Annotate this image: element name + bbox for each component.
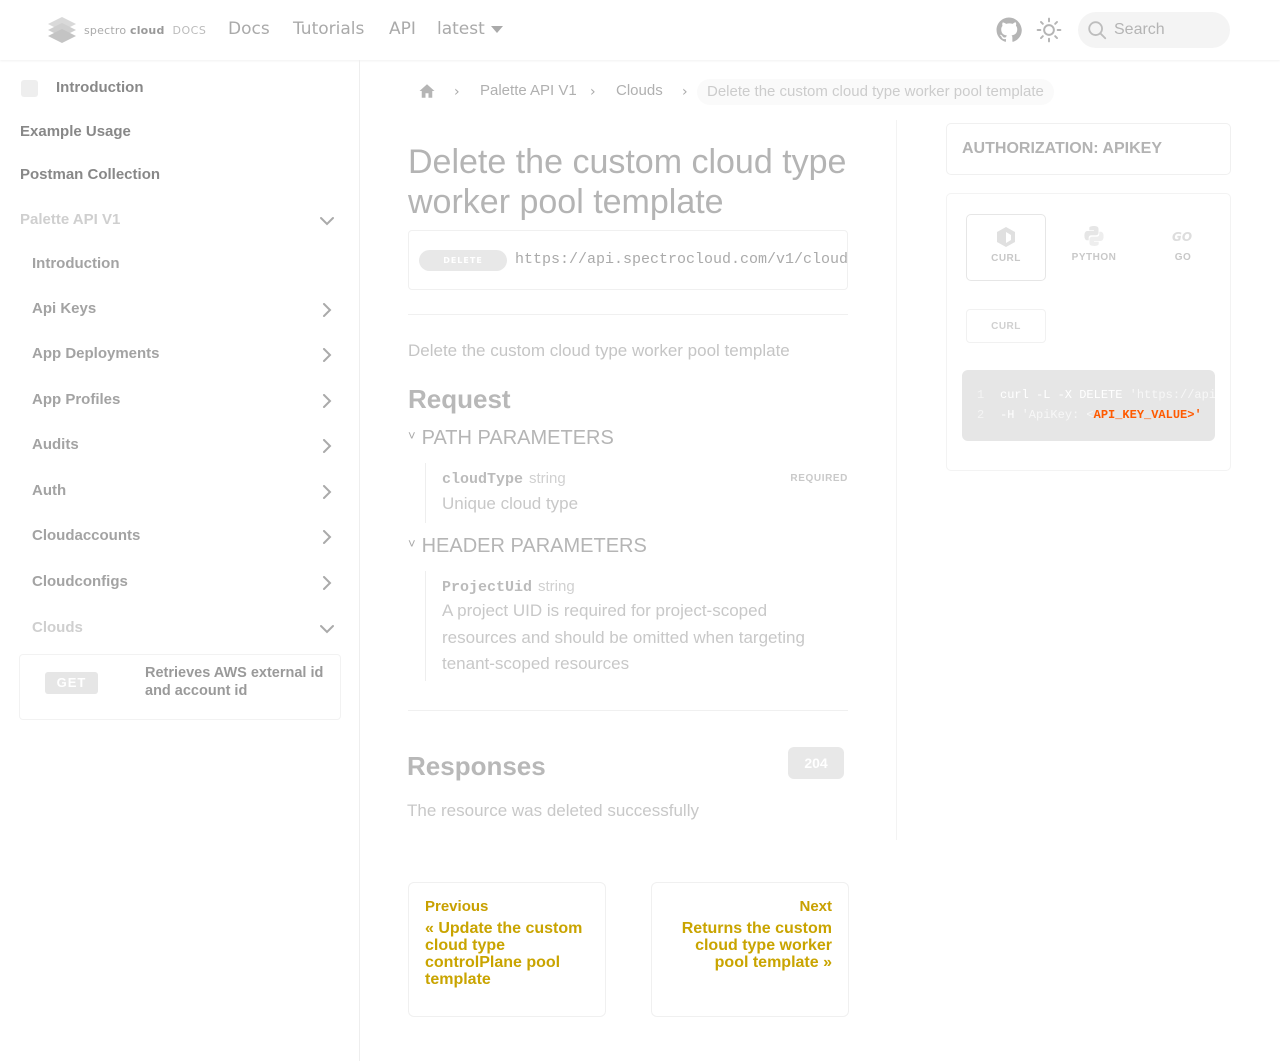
request-heading: Request — [408, 384, 511, 414]
path-parameters-toggle[interactable]: ˅ PATH PARAMETERS — [408, 427, 614, 450]
sidebar-sub-introduction[interactable]: Introduction — [32, 255, 119, 272]
chevron-right-icon[interactable] — [320, 439, 334, 453]
logo-wordmark: spectro cloud — [84, 23, 165, 37]
path-param-cloudtype: cloudType string REQUIRED Unique cloud ty… — [425, 463, 848, 523]
sidebar-group-palette-api-v1[interactable]: Palette API V1 — [20, 211, 120, 228]
header-param-projectuid: ProjectUid string A project UID is requir… — [425, 571, 848, 681]
code-sample-panel: CURL PYTHON GO GO CURL 1 curl -L -X DELET… — [946, 193, 1231, 471]
chevron-down-icon: ˅ — [408, 428, 416, 443]
authorization-title: AUTHORIZATION: APIKEY — [962, 140, 1162, 157]
caret-down-icon — [490, 25, 503, 33]
sidebar-endpoint-item[interactable]: GET Retrieves AWS external id and accoun… — [19, 654, 341, 720]
sidebar-item-introduction[interactable]: Introduction — [56, 79, 143, 96]
version-label: latest — [437, 19, 485, 39]
search-icon — [1088, 21, 1107, 40]
tab-curl[interactable]: CURL — [966, 214, 1046, 281]
sidebar-endpoint-label: Retrieves AWS external id and account id — [145, 665, 324, 699]
nav-tutorials[interactable]: Tutorials — [293, 19, 364, 39]
chevron-right-icon[interactable] — [320, 394, 334, 408]
svg-text:GO: GO — [1172, 230, 1192, 244]
breadcrumb-palette-api-v1[interactable]: Palette API V1 — [480, 82, 577, 99]
sidebar-sub-cloudaccounts[interactable]: Cloudaccounts — [32, 527, 140, 544]
sidebar-sub-app-profiles[interactable]: App Profiles — [32, 391, 120, 408]
header-parameters-heading: HEADER PARAMETERS — [421, 535, 647, 557]
breadcrumb-clouds[interactable]: Clouds — [616, 82, 663, 99]
header-parameters-toggle[interactable]: ˅ HEADER PARAMETERS — [408, 535, 647, 558]
breadcrumb-separator: › — [454, 84, 460, 100]
endpoint-url[interactable]: https://api.spectrocloud.com/v1/clouds/c… — [515, 251, 847, 268]
theme-toggle-sun-icon[interactable] — [1036, 17, 1062, 43]
responses-heading: Responses — [407, 751, 546, 781]
breadcrumb-separator: › — [682, 84, 688, 100]
spectro-cloud-logo-icon — [48, 17, 76, 43]
method-badge-delete: DELETE — [419, 250, 507, 271]
chevron-down-icon[interactable] — [319, 213, 335, 229]
path-parameters-heading: PATH PARAMETERS — [421, 427, 614, 449]
sidebar-sub-audits[interactable]: Audits — [32, 436, 79, 453]
sidebar: Introduction Example Usage Postman Colle… — [0, 60, 360, 1061]
method-badge-get: GET — [45, 672, 98, 694]
sidebar-item-postman-collection[interactable]: Postman Collection — [20, 166, 160, 183]
sidebar-sub-app-deployments[interactable]: App Deployments — [32, 345, 160, 362]
site-logo[interactable]: spectro cloud DOCS — [46, 14, 206, 46]
pager-next-label: Next — [799, 898, 832, 915]
pager-next-title: Returns the custom cloud type worker poo… — [681, 920, 832, 971]
chevron-right-icon[interactable] — [320, 348, 334, 362]
param-required-badge: REQUIRED — [790, 473, 848, 484]
breadcrumb-separator: › — [590, 84, 596, 100]
param-name: cloudType string — [442, 470, 566, 488]
python-icon — [1084, 226, 1104, 246]
pager-previous-title: « Update the custom cloud type controlPl… — [425, 920, 583, 988]
introduction-icon — [21, 80, 38, 97]
tab-curl-label: CURL — [991, 253, 1021, 264]
pager-previous-label: Previous — [425, 898, 489, 915]
tab-go[interactable]: GO GO — [1143, 214, 1223, 281]
github-icon[interactable] — [996, 17, 1022, 43]
sidebar-sub-auth[interactable]: Auth — [32, 482, 66, 499]
top-navbar: spectro cloud DOCS Docs Tutorials API la… — [0, 0, 1280, 60]
home-icon[interactable] — [418, 82, 436, 100]
search-input[interactable] — [1114, 21, 1224, 39]
endpoint-bar: DELETE https://api.spectrocloud.com/v1/c… — [408, 230, 848, 290]
code-block[interactable]: 1curl -L -X DELETE 'https://api.spectroc… — [962, 370, 1215, 441]
endpoint-description: Delete the custom cloud type worker pool… — [408, 341, 790, 360]
chevron-right-icon[interactable] — [320, 303, 334, 317]
authorization-panel[interactable]: AUTHORIZATION: APIKEY — [946, 123, 1231, 175]
pager-previous[interactable]: Previous « Update the custom cloud type … — [408, 882, 606, 1017]
divider — [408, 314, 848, 315]
tab-go-label: GO — [1174, 252, 1192, 263]
response-code-badge[interactable]: 204 — [788, 747, 844, 779]
param-type: string — [538, 578, 575, 595]
sidebar-item-example-usage[interactable]: Example Usage — [20, 123, 131, 140]
code-line-2: 2 -H 'ApiKey: <API_KEY_VALUE>' — [977, 408, 1202, 422]
nav-docs[interactable]: Docs — [228, 19, 270, 39]
sidebar-sub-clouds[interactable]: Clouds — [32, 619, 83, 636]
variant-curl-tab[interactable]: CURL — [966, 309, 1046, 343]
curl-icon — [997, 227, 1015, 247]
search-box[interactable] — [1078, 12, 1230, 48]
chevron-right-icon[interactable] — [320, 485, 334, 499]
chevron-down-icon: ˅ — [408, 536, 416, 551]
param-name: ProjectUid string — [442, 578, 575, 596]
chevron-right-icon[interactable] — [320, 530, 334, 544]
logo-docs-label: DOCS — [172, 23, 207, 37]
chevron-down-icon[interactable] — [319, 621, 335, 637]
sidebar-sub-cloudconfigs[interactable]: Cloudconfigs — [32, 573, 128, 590]
code-line-1: 1curl -L -X DELETE 'https://api.spectroc… — [977, 388, 1215, 402]
go-icon: GO — [1172, 230, 1192, 244]
divider — [408, 710, 848, 711]
tab-python[interactable]: PYTHON — [1054, 214, 1134, 281]
breadcrumb-current: Delete the custom cloud type worker pool… — [697, 79, 1054, 105]
param-description: Unique cloud type — [442, 494, 579, 513]
page-title: Delete the custom cloud type worker pool… — [408, 143, 847, 221]
sidebar-sub-api-keys[interactable]: Api Keys — [32, 300, 96, 317]
response-description: The resource was deleted successfully — [407, 801, 699, 820]
chevron-right-icon[interactable] — [320, 576, 334, 590]
param-description: A project UID is required for project-sc… — [442, 601, 805, 673]
pager-next[interactable]: Next Returns the custom cloud type worke… — [651, 882, 849, 1017]
nav-api[interactable]: API — [389, 19, 416, 39]
version-dropdown[interactable]: latest — [437, 19, 503, 39]
param-type: string — [529, 470, 566, 487]
tab-python-label: PYTHON — [1071, 252, 1117, 263]
